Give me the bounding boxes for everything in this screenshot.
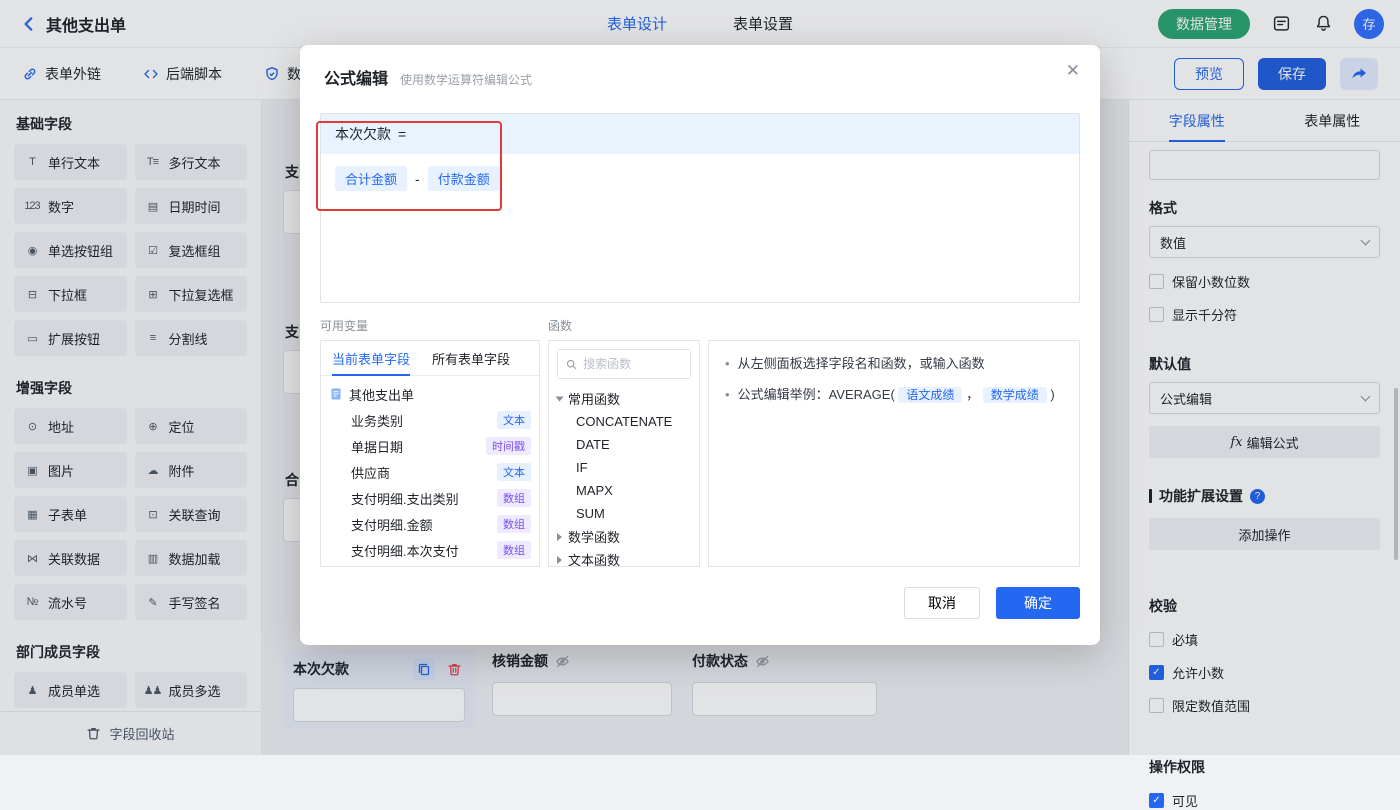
variables-panel: 当前表单字段 所有表单字段 其他支出单 业务类别文本 单据日期时间戳 供应商文本… <box>320 340 540 567</box>
variable-item[interactable]: 支付明细.支出类别数组 <box>329 485 531 511</box>
modal-header: 公式编辑 使用数学运算符编辑公式 <box>300 45 1100 89</box>
function-search-input[interactable] <box>583 357 682 371</box>
tree-root-label: 其他支出单 <box>349 385 414 404</box>
example-field-chip: 数学成绩 <box>983 387 1047 403</box>
function-search-box[interactable] <box>557 349 691 379</box>
formula-field-chip[interactable]: 合计金额 <box>335 166 407 191</box>
chevron-right-icon <box>557 556 562 564</box>
function-group-text[interactable]: 文本函数 <box>557 548 691 566</box>
type-tag: 时间戳 <box>486 437 531 455</box>
variables-tree: 其他支出单 业务类别文本 单据日期时间戳 供应商文本 支付明细.支出类别数组 支… <box>321 376 539 566</box>
tab-all-form-fields[interactable]: 所有表单字段 <box>432 341 510 375</box>
functions-tree: 常用函数 CONCATENATE DATE IF MAPX SUM 数学函数 文… <box>549 387 699 566</box>
formula-edit-modal: 公式编辑 使用数学运算符编辑公式 ✕ 本次欠款 = 合计金额 - 付款金额 可用… <box>300 45 1100 645</box>
function-group-common[interactable]: 常用函数 <box>557 387 691 410</box>
type-tag: 数组 <box>497 541 531 559</box>
search-icon <box>566 358 577 371</box>
functions-panel: 常用函数 CONCATENATE DATE IF MAPX SUM 数学函数 文… <box>548 340 700 567</box>
type-tag: 数组 <box>497 489 531 507</box>
bullet-dot: • <box>725 353 730 375</box>
formula-field-chip[interactable]: 付款金额 <box>428 166 500 191</box>
form-doc-icon <box>329 387 343 401</box>
type-tag: 文本 <box>497 411 531 429</box>
modal-title: 公式编辑 <box>324 65 388 89</box>
help-tip: • 从左侧面板选择字段名和函数，或输入函数 <box>725 353 1063 375</box>
variable-item[interactable]: 支付明细.本次支付数组 <box>329 537 531 563</box>
cancel-button[interactable]: 取消 <box>904 587 980 619</box>
variable-item[interactable]: 业务类别文本 <box>329 407 531 433</box>
formula-editor[interactable]: 本次欠款 = 合计金额 - 付款金额 <box>320 113 1080 303</box>
confirm-button[interactable]: 确定 <box>996 587 1080 619</box>
variable-item[interactable]: 单据日期时间戳 <box>329 433 531 459</box>
permission-label: 操作权限 <box>1149 757 1380 777</box>
chevron-right-icon <box>557 533 562 541</box>
tab-current-form-fields[interactable]: 当前表单字段 <box>332 341 410 375</box>
help-tip-example: • 公式编辑举例：AVERAGE( 语文成绩 ， 数学成绩 ) <box>725 384 1063 406</box>
checkbox-box-checked <box>1149 793 1164 808</box>
variable-item[interactable]: 支付明细.金额数组 <box>329 511 531 537</box>
modal-panels: 当前表单字段 所有表单字段 其他支出单 业务类别文本 单据日期时间戳 供应商文本… <box>320 340 1080 567</box>
variables-tabs: 当前表单字段 所有表单字段 <box>321 341 539 376</box>
variable-item[interactable]: 供应商文本 <box>329 459 531 485</box>
type-tag: 文本 <box>497 463 531 481</box>
function-item[interactable]: SUM <box>557 502 691 525</box>
checkbox-visible[interactable]: 可见 <box>1149 791 1380 810</box>
function-item[interactable]: CONCATENATE <box>557 410 691 433</box>
chevron-down-icon <box>556 396 564 401</box>
type-tag: 数组 <box>497 515 531 533</box>
tree-root-item[interactable]: 其他支出单 <box>329 381 531 407</box>
formula-target-line: 本次欠款 = <box>321 114 1079 154</box>
function-item[interactable]: IF <box>557 456 691 479</box>
formula-expression: 合计金额 - 付款金额 <box>321 154 1079 203</box>
equals-sign: = <box>398 126 406 142</box>
functions-label: 函数 <box>548 317 572 334</box>
help-panel: • 从左侧面板选择字段名和函数，或输入函数 • 公式编辑举例：AVERAGE( … <box>708 340 1080 567</box>
example-field-chip: 语文成绩 <box>898 387 962 403</box>
formula-target: 本次欠款 <box>335 124 391 144</box>
operator-minus: - <box>415 171 420 187</box>
modal-footer: 取消 确定 <box>320 587 1080 619</box>
function-item[interactable]: MAPX <box>557 479 691 502</box>
function-group-math[interactable]: 数学函数 <box>557 525 691 548</box>
checkbox-label: 可见 <box>1172 791 1198 810</box>
function-item[interactable]: DATE <box>557 433 691 456</box>
close-icon[interactable]: ✕ <box>1066 61 1080 81</box>
panel-labels: 可用变量 函数 <box>320 317 1080 334</box>
bullet-dot: • <box>725 384 730 406</box>
variables-label: 可用变量 <box>320 317 548 334</box>
modal-subtitle: 使用数学运算符编辑公式 <box>400 71 532 88</box>
